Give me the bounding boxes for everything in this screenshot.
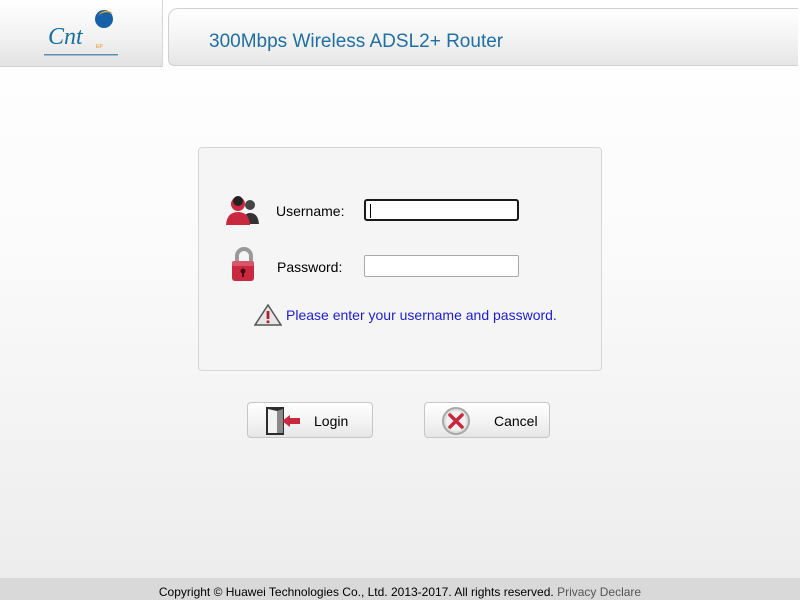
page-title: 300Mbps Wireless ADSL2+ Router	[209, 31, 504, 52]
privacy-declare-link[interactable]: Privacy Declare	[557, 585, 641, 599]
footer: Copyright © Huawei Technologies Co., Ltd…	[0, 578, 800, 600]
cancel-button-label: Cancel	[494, 413, 538, 429]
password-input[interactable]	[364, 255, 519, 277]
cancel-button[interactable]: Cancel	[424, 402, 550, 438]
password-label: Password:	[277, 259, 343, 275]
lock-icon	[232, 247, 254, 281]
username-input[interactable]	[364, 199, 519, 221]
text-caret	[370, 204, 371, 218]
logo-area: Cnt EP	[0, 0, 163, 67]
svg-text:Cnt: Cnt	[48, 24, 84, 50]
warning-icon	[254, 304, 282, 326]
svg-text:EP: EP	[96, 44, 103, 50]
cnt-logo: Cnt EP	[44, 10, 118, 56]
header: Cnt EP 300Mbps Wireless ADSL2+ Router	[0, 0, 800, 68]
username-label: Username:	[276, 203, 345, 219]
login-button-label: Login	[314, 413, 349, 429]
copyright-text: Copyright © Huawei Technologies Co., Ltd…	[158, 585, 554, 599]
cancel-x-icon	[442, 407, 470, 435]
door-enter-icon	[266, 407, 300, 435]
login-warning: Please enter your username and password.	[286, 307, 557, 323]
login-panel: Username: Password: Please enter your us…	[198, 147, 602, 371]
title-bar: 300Mbps Wireless ADSL2+ Router	[168, 8, 798, 66]
login-button[interactable]: Login	[247, 402, 373, 438]
user-icon	[226, 196, 259, 225]
